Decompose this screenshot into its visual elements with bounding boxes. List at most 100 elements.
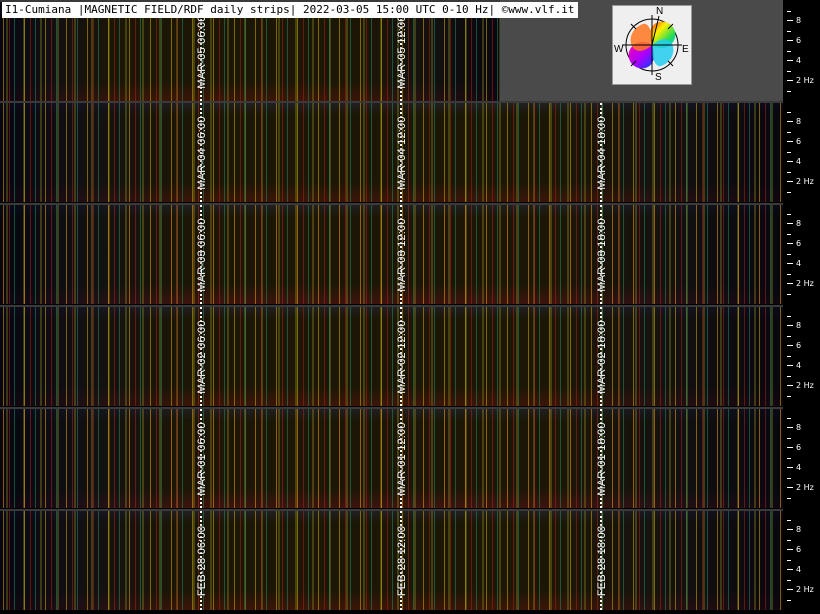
tick-8: 8 xyxy=(787,117,820,127)
tick-6: 6 xyxy=(787,545,820,555)
minor-tick xyxy=(787,336,791,337)
tick-4: 4 xyxy=(787,157,820,167)
tick-8: 8 xyxy=(787,321,820,331)
minor-tick xyxy=(787,600,791,601)
time-marker-label: MAR-01 18:00 xyxy=(596,421,608,496)
tick-2: 2 Hz xyxy=(787,279,820,289)
spectrogram-image xyxy=(0,307,783,406)
frequency-axis: 8 6 4 2 Hz xyxy=(783,305,820,406)
spectrogram-strip-mar-03: MAR-03 06:00 MAR-03 12:00 MAR-03 18:00 xyxy=(0,203,783,304)
time-marker-0600: MAR-02 06:00 xyxy=(196,307,208,406)
spectrogram-image xyxy=(0,103,783,202)
minor-tick xyxy=(787,172,791,173)
time-marker-1800: MAR-04 18:00 xyxy=(596,103,608,202)
minor-tick xyxy=(787,11,791,12)
time-marker-label: FEB-28 12:00 xyxy=(396,525,408,596)
spectrogram-strip-mar-01: MAR-01 06:00 MAR-01 12:00 MAR-01 18:00 xyxy=(0,407,783,508)
time-marker-1200: MAR-03 12:00 xyxy=(396,205,408,304)
tick-4: 4 xyxy=(787,361,820,371)
direction-compass: N S E W xyxy=(612,5,692,85)
tick-8: 8 xyxy=(787,423,820,433)
minor-tick xyxy=(787,396,791,397)
compass-north-label: N xyxy=(656,6,664,17)
minor-tick xyxy=(787,234,791,235)
compass-south-label: S xyxy=(655,72,662,83)
minor-tick xyxy=(787,132,791,133)
tick-2: 2 Hz xyxy=(787,483,820,493)
minor-tick xyxy=(787,192,791,193)
time-marker-label: MAR-02 06:00 xyxy=(196,319,208,394)
minor-tick xyxy=(787,214,791,215)
time-marker-0600: MAR-04 06:00 xyxy=(196,103,208,202)
time-marker-label: MAR-04 06:00 xyxy=(196,115,208,190)
frequency-axis: 8 6 4 2 Hz xyxy=(783,407,820,508)
minor-tick xyxy=(787,418,791,419)
page-title: I1-Cumiana |MAGNETIC FIELD/RDF daily str… xyxy=(2,2,578,18)
time-marker-label: MAR-02 12:00 xyxy=(396,319,408,394)
tick-2: 2 Hz xyxy=(787,585,820,595)
minor-tick xyxy=(787,31,791,32)
time-marker-1800: MAR-02 18:00 xyxy=(596,307,608,406)
spectrogram-strip-mar-04: MAR-04 06:00 MAR-04 12:00 MAR-04 18:00 xyxy=(0,101,783,202)
time-marker-label: MAR-01 12:00 xyxy=(396,421,408,496)
spectrogram-strip-mar-02: MAR-02 06:00 MAR-02 12:00 MAR-02 18:00 xyxy=(0,305,783,406)
tick-2: 2 Hz xyxy=(787,381,820,391)
tick-8: 8 xyxy=(787,219,820,229)
tick-8: 8 xyxy=(787,525,820,535)
time-marker-label: MAR-04 18:00 xyxy=(596,115,608,190)
minor-tick xyxy=(787,51,791,52)
minor-tick xyxy=(787,274,791,275)
time-marker-1800: MAR-03 18:00 xyxy=(596,205,608,304)
minor-tick xyxy=(787,376,791,377)
tick-4: 4 xyxy=(787,56,820,66)
time-marker-0600: MAR-03 06:00 xyxy=(196,205,208,304)
time-marker-label: MAR-03 12:00 xyxy=(396,217,408,292)
minor-tick xyxy=(787,560,791,561)
time-marker-1800: FEB-28 18:00 xyxy=(596,511,608,610)
compass-west-label: W xyxy=(614,44,624,55)
minor-tick xyxy=(787,438,791,439)
time-marker-label: MAR-02 18:00 xyxy=(596,319,608,394)
time-marker-1200: FEB-28 12:00 xyxy=(396,511,408,610)
time-marker-1800: MAR-01 18:00 xyxy=(596,409,608,508)
minor-tick xyxy=(787,316,791,317)
tick-6: 6 xyxy=(787,36,820,46)
time-marker-1200: MAR-04 12:00 xyxy=(396,103,408,202)
time-marker-label: MAR-05 12:00 xyxy=(396,14,408,89)
tick-2: 2 Hz xyxy=(787,76,820,86)
compass-east-label: E xyxy=(682,44,689,55)
spectrogram-image xyxy=(0,511,783,610)
minor-tick xyxy=(787,478,791,479)
time-marker-label: MAR-01 06:00 xyxy=(196,421,208,496)
tick-6: 6 xyxy=(787,443,820,453)
tick-4: 4 xyxy=(787,565,820,575)
minor-tick xyxy=(787,294,791,295)
frequency-axis: 8 6 4 2 Hz xyxy=(783,509,820,610)
frequency-axis: 8 6 4 2 Hz xyxy=(783,101,820,202)
frequency-axis: 8 6 4 2 Hz xyxy=(783,0,820,101)
time-marker-0600: FEB-28 06:00 xyxy=(196,511,208,610)
frequency-axis: 8 6 4 2 Hz xyxy=(783,203,820,304)
minor-tick xyxy=(787,112,791,113)
minor-tick xyxy=(787,458,791,459)
minor-tick xyxy=(787,498,791,499)
time-marker-1200: MAR-01 12:00 xyxy=(396,409,408,508)
time-marker-0600: MAR-01 06:00 xyxy=(196,409,208,508)
time-marker-label: MAR-03 18:00 xyxy=(596,217,608,292)
time-marker-label: FEB-28 06:00 xyxy=(196,525,208,596)
time-marker-label: FEB-28 18:00 xyxy=(596,525,608,596)
tick-4: 4 xyxy=(787,259,820,269)
minor-tick xyxy=(787,91,791,92)
minor-tick xyxy=(787,254,791,255)
spectrogram-image xyxy=(0,205,783,304)
minor-tick xyxy=(787,580,791,581)
compass-wheel-icon xyxy=(622,15,682,75)
time-marker-1200: MAR-02 12:00 xyxy=(396,307,408,406)
spectrogram-strip-feb-28: FEB-28 06:00 FEB-28 12:00 FEB-28 18:00 xyxy=(0,509,783,610)
spectrogram-image xyxy=(0,409,783,508)
time-marker-label: MAR-04 12:00 xyxy=(396,115,408,190)
tick-8: 8 xyxy=(787,16,820,26)
time-marker-label: MAR-03 06:00 xyxy=(196,217,208,292)
time-marker-label: MAR-05 06:00 xyxy=(196,14,208,89)
tick-6: 6 xyxy=(787,341,820,351)
